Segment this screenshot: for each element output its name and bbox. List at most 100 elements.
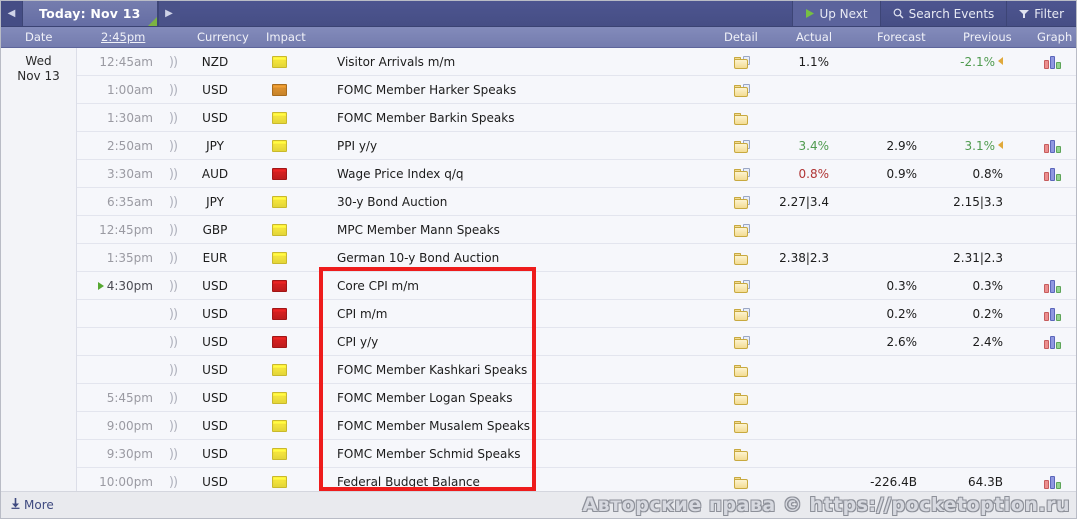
search-events-button[interactable]: Search Events bbox=[879, 1, 1007, 26]
today-tab[interactable]: Today: Nov 13 bbox=[23, 1, 158, 26]
impact-indicator[interactable] bbox=[269, 188, 289, 216]
event-title[interactable]: Wage Price Index q/q bbox=[337, 160, 707, 188]
column-header-previous[interactable]: Previous bbox=[963, 27, 1012, 48]
sound-alert-icon[interactable]: )) bbox=[164, 244, 182, 272]
impact-indicator[interactable] bbox=[269, 48, 289, 76]
column-header-actual[interactable]: Actual bbox=[796, 27, 832, 48]
impact-indicator[interactable] bbox=[269, 384, 289, 412]
impact-indicator[interactable] bbox=[269, 440, 289, 468]
event-title[interactable]: FOMC Member Schmid Speaks bbox=[337, 440, 707, 468]
impact-indicator[interactable] bbox=[269, 244, 289, 272]
sound-alert-icon[interactable]: )) bbox=[164, 76, 182, 104]
impact-indicator[interactable] bbox=[269, 356, 289, 384]
detail-folder-button[interactable] bbox=[726, 48, 758, 76]
graph-button bbox=[1041, 384, 1063, 412]
impact-indicator[interactable] bbox=[269, 300, 289, 328]
detail-folder-button[interactable] bbox=[726, 76, 758, 104]
next-day-button[interactable]: ▶ bbox=[157, 1, 180, 26]
event-title[interactable]: Core CPI m/m bbox=[337, 272, 707, 300]
up-next-button[interactable]: Up Next bbox=[792, 1, 880, 26]
impact-indicator[interactable] bbox=[269, 132, 289, 160]
forecast-value bbox=[853, 440, 917, 468]
table-row[interactable]: 12:45pm)) GBP MPC Member Mann Speaks bbox=[1, 216, 1076, 244]
detail-folder-button[interactable] bbox=[726, 104, 758, 132]
event-title[interactable]: German 10-y Bond Auction bbox=[337, 244, 707, 272]
sound-alert-icon[interactable]: )) bbox=[164, 300, 182, 328]
impact-indicator[interactable] bbox=[269, 160, 289, 188]
impact-indicator[interactable] bbox=[269, 76, 289, 104]
sound-alert-icon[interactable]: )) bbox=[164, 48, 182, 76]
sound-alert-icon[interactable]: )) bbox=[164, 104, 182, 132]
previous-day-button[interactable]: ◀ bbox=[1, 1, 23, 26]
detail-folder-button[interactable] bbox=[726, 440, 758, 468]
event-title[interactable]: MPC Member Mann Speaks bbox=[337, 216, 707, 244]
event-title[interactable]: FOMC Member Logan Speaks bbox=[337, 384, 707, 412]
column-header-currency[interactable]: Currency bbox=[197, 27, 249, 48]
detail-folder-button[interactable] bbox=[726, 412, 758, 440]
sound-alert-icon[interactable]: )) bbox=[164, 328, 182, 356]
impact-indicator[interactable] bbox=[269, 412, 289, 440]
sound-alert-icon[interactable]: )) bbox=[164, 356, 182, 384]
impact-indicator[interactable] bbox=[269, 216, 289, 244]
detail-folder-button[interactable] bbox=[726, 244, 758, 272]
detail-folder-button[interactable] bbox=[726, 160, 758, 188]
column-header-impact[interactable]: Impact bbox=[266, 27, 306, 48]
event-title[interactable]: FOMC Member Barkin Speaks bbox=[337, 104, 707, 132]
detail-folder-button[interactable] bbox=[726, 272, 758, 300]
detail-folder-button[interactable] bbox=[726, 328, 758, 356]
event-title[interactable]: FOMC Member Musalem Speaks bbox=[337, 412, 707, 440]
impact-indicator[interactable] bbox=[269, 328, 289, 356]
graph-button[interactable] bbox=[1041, 300, 1063, 328]
table-row[interactable]: 1:30am)) USD FOMC Member Barkin Speaks bbox=[1, 104, 1076, 132]
event-title[interactable]: 30-y Bond Auction bbox=[337, 188, 707, 216]
previous-value: 2.15|3.3 bbox=[939, 188, 1003, 216]
table-row[interactable]: 3:30am)) AUD Wage Price Index q/q 0.8% 0.9% 0… bbox=[1, 160, 1076, 188]
graph-button[interactable] bbox=[1041, 160, 1063, 188]
detail-folder-button[interactable] bbox=[726, 188, 758, 216]
table-row[interactable]: 6:35am)) JPY 30-y Bond Auction 2.27|3.4 2.15… bbox=[1, 188, 1076, 216]
event-title[interactable]: Visitor Arrivals m/m bbox=[337, 48, 707, 76]
column-header-detail[interactable]: Detail bbox=[724, 27, 758, 48]
event-title[interactable]: CPI m/m bbox=[337, 300, 707, 328]
detail-folder-button[interactable] bbox=[726, 384, 758, 412]
graph-button[interactable] bbox=[1041, 272, 1063, 300]
sound-alert-icon[interactable]: )) bbox=[164, 160, 182, 188]
sound-alert-icon[interactable]: )) bbox=[164, 412, 182, 440]
sound-alert-icon[interactable]: )) bbox=[164, 272, 182, 300]
column-header-graph[interactable]: Graph bbox=[1037, 27, 1072, 48]
table-row[interactable]: 1:00am)) USD FOMC Member Harker Speaks bbox=[1, 76, 1076, 104]
table-row[interactable]: 9:30pm)) USD FOMC Member Schmid Speaks bbox=[1, 440, 1076, 468]
table-row[interactable]: )) USD CPI m/m 0.2% 0.2% bbox=[1, 300, 1076, 328]
graph-button[interactable] bbox=[1041, 328, 1063, 356]
detail-folder-button[interactable] bbox=[726, 356, 758, 384]
table-row[interactable]: 12:45am)) NZD Visitor Arrivals m/m 1.1% -2.1… bbox=[1, 48, 1076, 76]
detail-folder-button[interactable] bbox=[726, 300, 758, 328]
table-row[interactable]: 2:50am)) JPY PPI y/y 3.4% 2.9% 3.1% bbox=[1, 132, 1076, 160]
sound-alert-icon[interactable]: )) bbox=[164, 440, 182, 468]
graph-button[interactable] bbox=[1041, 48, 1063, 76]
table-row[interactable]: 5:45pm)) USD FOMC Member Logan Speaks bbox=[1, 384, 1076, 412]
table-row[interactable]: 1:35pm)) EUR German 10-y Bond Auction 2.38|… bbox=[1, 244, 1076, 272]
detail-folder-button[interactable] bbox=[726, 132, 758, 160]
filter-button[interactable]: Filter bbox=[1006, 1, 1076, 26]
sound-alert-icon[interactable]: )) bbox=[164, 188, 182, 216]
event-title[interactable]: PPI y/y bbox=[337, 132, 707, 160]
table-row[interactable]: 9:00pm)) USD FOMC Member Musalem Speaks bbox=[1, 412, 1076, 440]
more-button[interactable]: More bbox=[11, 498, 54, 512]
event-title[interactable]: FOMC Member Harker Speaks bbox=[337, 76, 707, 104]
sound-alert-icon[interactable]: )) bbox=[164, 132, 182, 160]
detail-folder-button[interactable] bbox=[726, 216, 758, 244]
impact-indicator[interactable] bbox=[269, 272, 289, 300]
sound-alert-icon[interactable]: )) bbox=[164, 384, 182, 412]
column-header-time[interactable]: 2:45pm bbox=[101, 27, 145, 48]
column-header-date[interactable]: Date bbox=[25, 27, 53, 48]
graph-button[interactable] bbox=[1041, 132, 1063, 160]
table-row[interactable]: )) USD CPI y/y 2.6% 2.4% bbox=[1, 328, 1076, 356]
event-title[interactable]: FOMC Member Kashkari Speaks bbox=[337, 356, 707, 384]
impact-indicator[interactable] bbox=[269, 104, 289, 132]
event-title[interactable]: CPI y/y bbox=[337, 328, 707, 356]
column-header-forecast[interactable]: Forecast bbox=[877, 27, 926, 48]
table-row[interactable]: )) USD FOMC Member Kashkari Speaks bbox=[1, 356, 1076, 384]
sound-alert-icon[interactable]: )) bbox=[164, 216, 182, 244]
table-row[interactable]: 4:30pm)) USD Core CPI m/m 0.3% 0.3% bbox=[1, 272, 1076, 300]
